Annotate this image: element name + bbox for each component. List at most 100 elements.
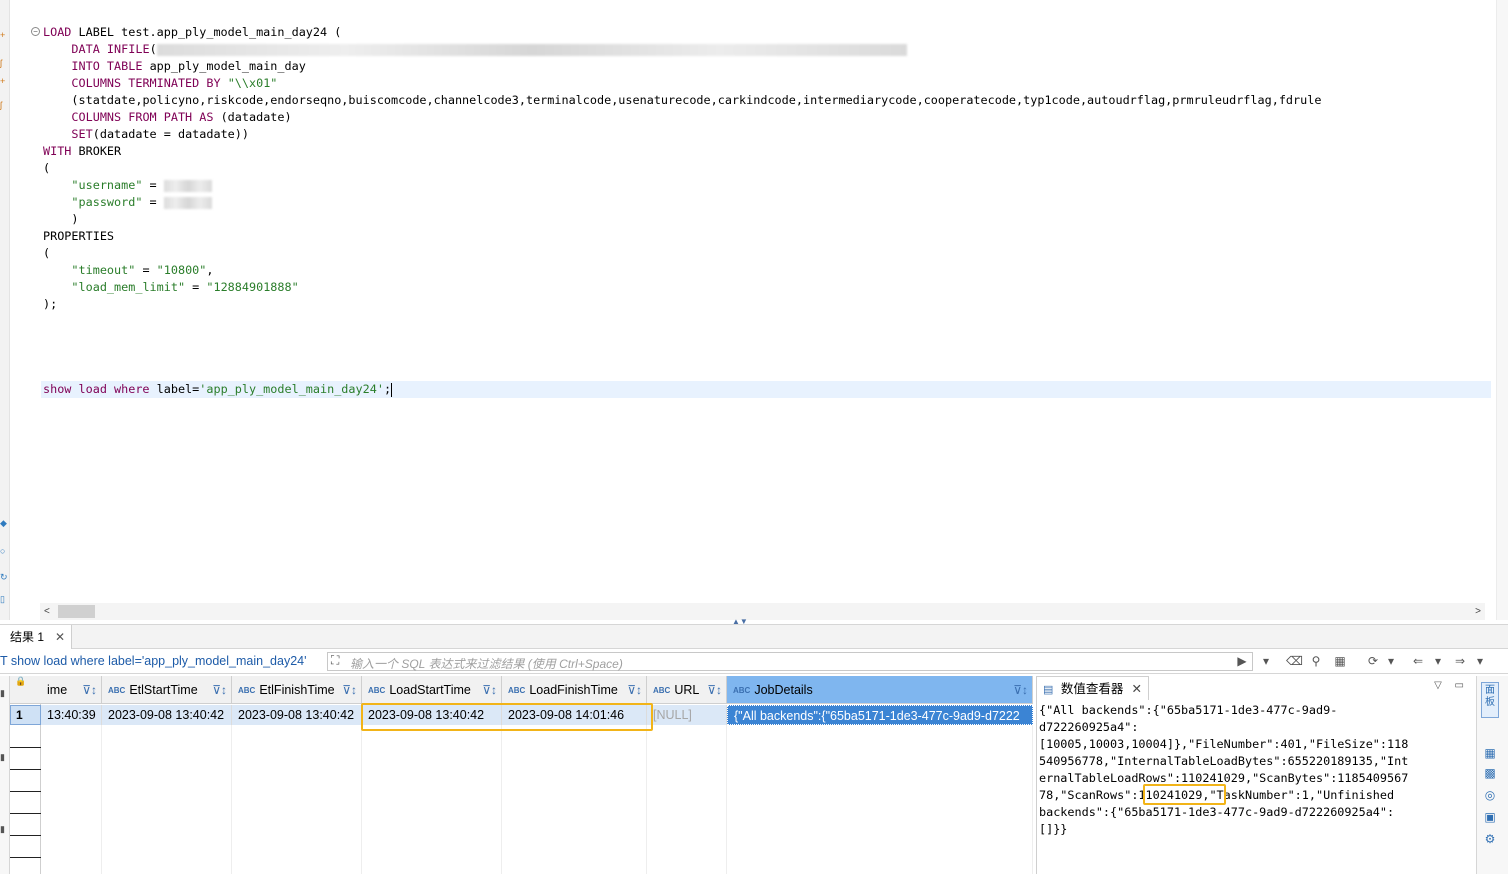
side-label-icon[interactable]: ▮ [0,824,5,835]
sql-text: ; [383,382,392,396]
sort-filter-icon[interactable]: ⊽↕ [342,676,357,703]
sql-text: ) [71,212,79,226]
filter-settings-icon[interactable]: ⚲ [1308,653,1324,669]
forward-dropdown-icon[interactable]: ▾ [1472,653,1488,669]
sort-filter-icon[interactable]: ⊽↕ [627,676,642,703]
minimize-icon[interactable]: ▭ [1455,680,1464,691]
grid-cell[interactable]: 13:40:39 [41,705,102,725]
grid-cell[interactable]: [NULL] [647,705,727,725]
forward-icon[interactable]: ⇒ [1452,653,1468,669]
code-line[interactable]: PROPERTIES [43,228,114,245]
editor-horizontal-scrollbar[interactable]: < > [40,603,1485,620]
panels-toggle-button[interactable]: 面板 [1481,682,1499,718]
back-dropdown-icon[interactable]: ▾ [1430,653,1446,669]
row-number[interactable]: 1 [10,705,41,725]
eraser-icon[interactable]: ⌫ [1286,653,1303,669]
sort-filter-icon[interactable]: ⊽↕ [212,676,227,703]
sort-filter-icon[interactable]: ⊽↕ [482,676,497,703]
code-line[interactable]: WITH BROKER [43,143,121,160]
column-header-label: LoadStartTime [389,683,471,697]
results-tab-bar: 结果 1 ✕ [0,624,1508,649]
refresh-icon[interactable]: ⟳ [1365,653,1381,669]
sql-string: "timeout" [71,263,136,277]
column-header-loadstarttime[interactable]: ABC LoadStartTime ⊽↕ [362,676,502,704]
column-header-label: EtlStartTime [129,683,198,697]
code-line[interactable]: show load where label='app_ply_model_mai… [43,381,393,398]
empty-row-divider [10,835,41,836]
pattern-icon[interactable]: ▩ [1481,764,1499,782]
column-divider [501,725,502,874]
tab-results-1[interactable]: 结果 1 ✕ [0,625,72,649]
gutter-refresh-icon[interactable]: ↻ [0,572,8,582]
sql-editor[interactable]: − LOAD LABEL test.app_ply_model_main_day… [11,0,1496,603]
sort-filter-icon[interactable]: ⊽↕ [707,676,722,703]
column-header-ime[interactable]: ime ⊽↕ [41,676,102,704]
viewer-json-text[interactable]: {"All backends":{"65ba5171-1de3-477c-9ad… [1039,702,1464,838]
editor-vertical-scrollbar[interactable] [1496,0,1508,620]
viewer-line: 78,"ScanRows":110241029,"TaskNumber":1,"… [1039,788,1395,802]
code-line[interactable]: ( [43,245,50,262]
side-label-icon[interactable]: ▮ [0,752,5,763]
sql-text: (datadate) [220,110,292,124]
sql-text: label= [156,382,200,396]
code-line[interactable]: SET(datadate = datadate)) [43,126,249,143]
grid-cell[interactable]: 2023-09-08 13:40:42 [232,705,362,725]
column-header-url[interactable]: ABC URL ⊽↕ [647,676,727,704]
close-icon[interactable]: ✕ [55,625,65,649]
close-icon[interactable]: ✕ [1132,677,1142,701]
code-line[interactable]: LOAD LABEL test.app_ply_model_main_day24… [43,24,341,41]
gutter-history-icon[interactable]: ○ [0,546,8,556]
format-icon[interactable]: ◎ [1481,786,1499,804]
tab-value-viewer[interactable]: ▤ 数值查看器 ✕ [1037,676,1149,700]
side-label-icon[interactable]: ▮ [0,688,5,699]
grid-icon[interactable]: ▦ [1481,744,1499,762]
sql-string: "username" [71,178,143,192]
column-header-jobdetails[interactable]: ABC JobDetails ⊽↕ [727,676,1033,704]
column-header-etlstarttime[interactable]: ABC EtlStartTime ⊽↕ [102,676,232,704]
code-line[interactable]: "load_mem_limit" = "12884901888" [43,279,298,296]
code-line[interactable]: ); [43,296,57,313]
code-line[interactable]: ) [43,211,79,228]
column-header-etlfinishtime[interactable]: ABC EtlFinishTime ⊽↕ [232,676,362,704]
panels-label: 面板 [1485,685,1495,708]
sort-filter-icon[interactable]: ⊽↕ [1013,676,1028,703]
filter-input[interactable]: ⛶ 输入一个 SQL 表达式来过滤结果 (使用 Ctrl+Space) [327,652,1253,671]
results-side-strip: ▮ ▮ ▮ [0,676,10,874]
column-divider [361,725,362,874]
scroll-right-icon[interactable]: > [1475,603,1481,620]
gutter-marker-icon: + [0,30,6,40]
sql-text: (statdate,policyno,riskcode,endorseqno,b… [71,93,1322,107]
grid-cell[interactable]: {"All backends":{"65ba5171-1de3-477c-9ad… [727,705,1033,725]
scroll-left-icon[interactable]: < [44,603,50,620]
grid-settings-icon[interactable]: ⚙ [1481,830,1499,848]
table-settings-icon[interactable]: ▦ [1332,653,1348,669]
filter-expand-icon[interactable]: ⛶ [331,653,339,668]
sort-filter-icon[interactable]: ⊽↕ [82,676,97,703]
back-icon[interactable]: ⇐ [1410,653,1426,669]
code-line[interactable]: "password" = [43,194,212,211]
viewer-line: []}} [1039,822,1068,836]
layout-icon[interactable]: ▣ [1481,808,1499,826]
fold-toggle-icon[interactable]: − [31,27,40,36]
refresh-dropdown-icon[interactable]: ▾ [1383,653,1399,669]
code-line[interactable]: COLUMNS FROM PATH AS (datadate) [43,109,292,126]
grid-cell[interactable]: 2023-09-08 13:40:42 [102,705,232,725]
code-line[interactable]: "username" = [43,177,212,194]
code-line[interactable]: DATA INFILE( [43,41,907,58]
filter-history-dropdown-icon[interactable]: ▾ [1258,653,1274,669]
code-line[interactable]: (statdate,policyno,riskcode,endorseqno,b… [43,92,1321,109]
sql-text: LABEL test.app_ply_model_main_day24 ( [78,25,342,39]
gutter-page-icon[interactable]: ▯ [0,594,8,604]
code-line[interactable]: ( [43,160,50,177]
column-header-loadfinishtime[interactable]: ABC LoadFinishTime ⊽↕ [502,676,647,704]
scroll-thumb[interactable] [58,605,95,618]
code-line[interactable]: "timeout" = "10800", [43,262,213,279]
apply-filter-icon[interactable]: ▶ [1234,653,1250,669]
viewer-menu-icon[interactable]: ▽ [1434,680,1442,691]
lock-icon[interactable]: 🔒 [10,676,41,704]
sql-text: = [142,195,164,209]
code-line[interactable]: COLUMNS TERMINATED BY "\\x01" [43,75,277,92]
gutter-run-icon[interactable]: ◆ [0,518,8,528]
code-line[interactable]: INTO TABLE app_ply_model_main_day [43,58,305,75]
sql-keyword: show load where [43,382,157,396]
